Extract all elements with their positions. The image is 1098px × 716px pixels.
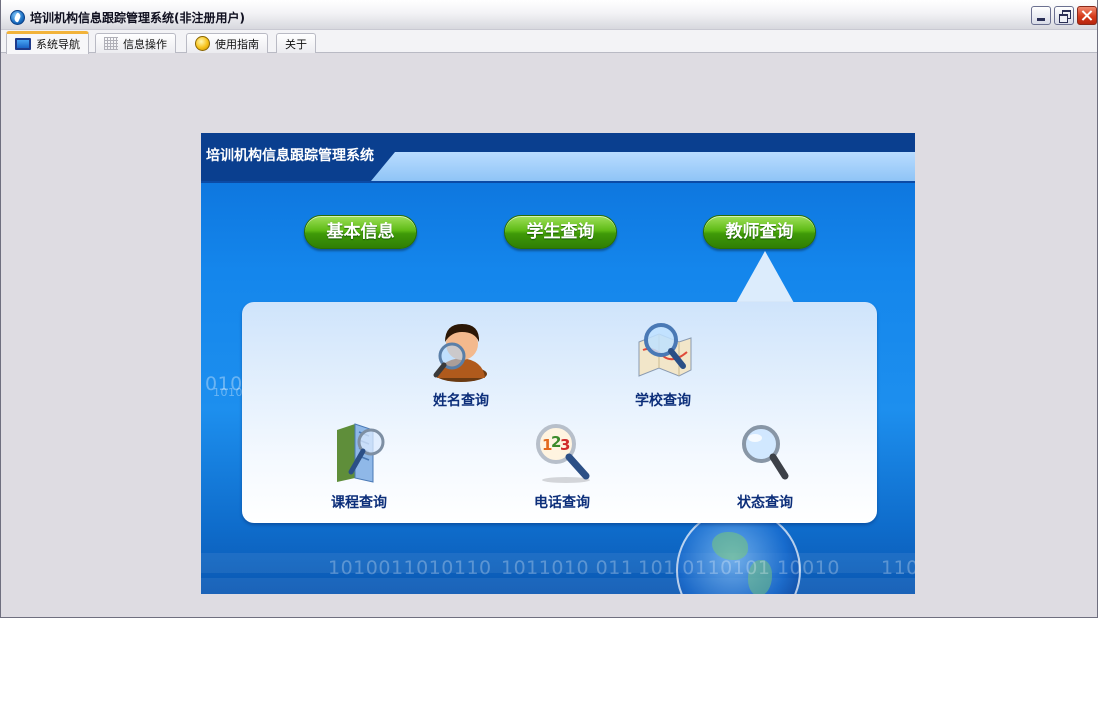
phone-query-item[interactable]: 1 2 3 电话查询 [507,422,617,512]
tab-info-ops[interactable]: 信息操作 [95,33,176,53]
app-window: 培训机构信息跟踪管理系统(非注册用户) 系统导航 信息操作 使用指南 关于 培训… [0,0,1098,618]
menu-item-label: 学校查询 [635,393,691,409]
tab-label: 关于 [285,37,307,51]
menu-item-label: 姓名查询 [433,393,489,409]
map-search-icon [638,323,692,377]
decorative-binary: 11010 [881,557,915,579]
student-query-button[interactable]: 学生查询 [504,215,617,249]
basic-info-button[interactable]: 基本信息 [304,215,417,249]
help-icon [195,36,210,51]
navigation-panel: 培训机构信息跟踪管理系统 010100 10100 1010011010110 … [201,133,915,594]
app-logo-icon [10,10,25,25]
tab-label: 系统导航 [36,38,80,51]
tab-label: 信息操作 [123,37,167,51]
magnifier-icon [742,425,789,480]
grid-icon [104,37,118,50]
panel-header-band [371,152,915,181]
person-search-icon [433,324,487,382]
name-query-item[interactable]: 姓名查询 [406,320,516,410]
decorative-binary: 1011010 011 [501,557,634,579]
decorative-binary: 101 0110101 10010 [638,557,840,579]
course-query-item[interactable]: 课程查询 [304,422,414,512]
decorative-binary: 1010011010110 [328,557,492,579]
minimize-button[interactable] [1031,6,1051,25]
menu-item-label: 课程查询 [331,495,387,511]
restore-button[interactable] [1054,6,1074,25]
number-search-icon: 1 2 3 [536,424,590,483]
window-title: 培训机构信息跟踪管理系统(非注册用户) [30,11,245,25]
tab-about[interactable]: 关于 [276,33,316,53]
status-query-item[interactable]: 状态查询 [710,422,820,512]
decorative-band [201,578,915,594]
tab-label: 使用指南 [215,37,259,51]
tab-system-nav[interactable]: 系统导航 [6,31,89,54]
submenu-pointer [736,251,794,303]
close-button[interactable] [1077,6,1097,25]
tab-strip: 系统导航 信息操作 使用指南 关于 [1,30,1097,54]
menu-item-label: 电话查询 [534,495,590,511]
panel-title: 培训机构信息跟踪管理系统 [206,148,374,164]
header-divider [201,181,915,183]
tab-user-guide[interactable]: 使用指南 [186,33,268,53]
book-search-icon [337,423,385,483]
svg-text:3: 3 [560,436,570,454]
teacher-query-submenu: 姓名查询 学校查询 课程查询 1 2 3 电话查询 状态查询 [242,302,877,523]
title-bar[interactable]: 培训机构信息跟踪管理系统(非注册用户) [1,0,1097,30]
teacher-query-button[interactable]: 教师查询 [703,215,816,249]
menu-item-label: 状态查询 [737,495,793,511]
school-query-item[interactable]: 学校查询 [608,320,718,410]
monitor-icon [15,38,31,50]
